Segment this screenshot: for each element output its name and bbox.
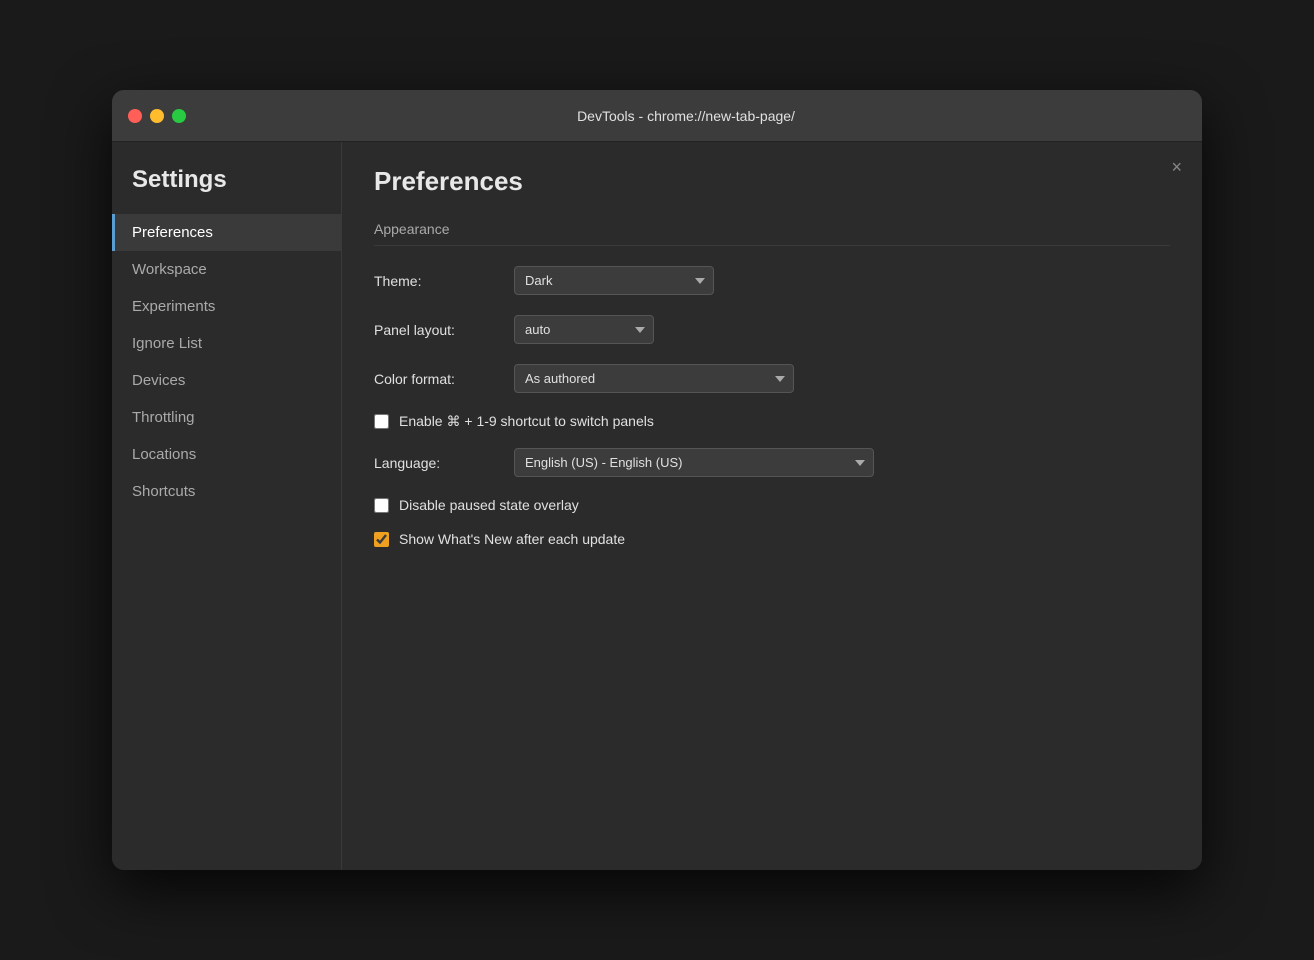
sidebar: Settings Preferences Workspace Experimen… [112, 142, 342, 870]
shortcut-label: Enable ⌘ + 1-9 shortcut to switch panels [399, 413, 654, 430]
window-title: DevTools - chrome://new-tab-page/ [186, 108, 1186, 124]
sidebar-heading: Settings [112, 166, 341, 214]
panel-layout-label: Panel layout: [374, 322, 514, 338]
shortcut-checkbox[interactable] [374, 414, 389, 429]
main-content: × Preferences Appearance Theme: Dark Lig… [342, 142, 1202, 870]
disable-paused-row: Disable paused state overlay [374, 497, 1170, 513]
whats-new-label: Show What's New after each update [399, 531, 625, 547]
sidebar-item-throttling[interactable]: Throttling [112, 399, 341, 436]
close-button[interactable] [128, 109, 142, 123]
language-row: Language: English (US) - English (US) Sy… [374, 448, 1170, 477]
shortcut-checkbox-row: Enable ⌘ + 1-9 shortcut to switch panels [374, 413, 1170, 430]
minimize-button[interactable] [150, 109, 164, 123]
devtools-window: DevTools - chrome://new-tab-page/ Settin… [112, 90, 1202, 870]
color-format-label: Color format: [374, 371, 514, 387]
traffic-lights [128, 109, 186, 123]
color-format-row: Color format: As authored HEX RGB HSL [374, 364, 1170, 393]
color-format-select[interactable]: As authored HEX RGB HSL [514, 364, 794, 393]
maximize-button[interactable] [172, 109, 186, 123]
sidebar-item-workspace[interactable]: Workspace [112, 251, 341, 288]
sidebar-item-preferences[interactable]: Preferences [112, 214, 341, 251]
section-appearance: Appearance [374, 221, 1170, 246]
whats-new-checkbox[interactable] [374, 532, 389, 547]
sidebar-item-shortcuts[interactable]: Shortcuts [112, 473, 341, 510]
page-title: Preferences [374, 166, 1170, 197]
sidebar-item-ignore-list[interactable]: Ignore List [112, 325, 341, 362]
theme-label: Theme: [374, 273, 514, 289]
sidebar-item-devices[interactable]: Devices [112, 362, 341, 399]
disable-paused-checkbox[interactable] [374, 498, 389, 513]
sidebar-item-experiments[interactable]: Experiments [112, 288, 341, 325]
language-select[interactable]: English (US) - English (US) System defau… [514, 448, 874, 477]
whats-new-row: Show What's New after each update [374, 531, 1170, 547]
theme-row: Theme: Dark Light System preference [374, 266, 1170, 295]
disable-paused-label: Disable paused state overlay [399, 497, 579, 513]
content-area: Preferences Appearance Theme: Dark Light… [342, 142, 1202, 870]
sidebar-item-locations[interactable]: Locations [112, 436, 341, 473]
panel-layout-select[interactable]: auto horizontal vertical [514, 315, 654, 344]
titlebar: DevTools - chrome://new-tab-page/ [112, 90, 1202, 142]
language-label: Language: [374, 455, 514, 471]
window-body: Settings Preferences Workspace Experimen… [112, 142, 1202, 870]
theme-select[interactable]: Dark Light System preference [514, 266, 714, 295]
settings-close-button[interactable]: × [1171, 158, 1182, 176]
panel-layout-row: Panel layout: auto horizontal vertical [374, 315, 1170, 344]
